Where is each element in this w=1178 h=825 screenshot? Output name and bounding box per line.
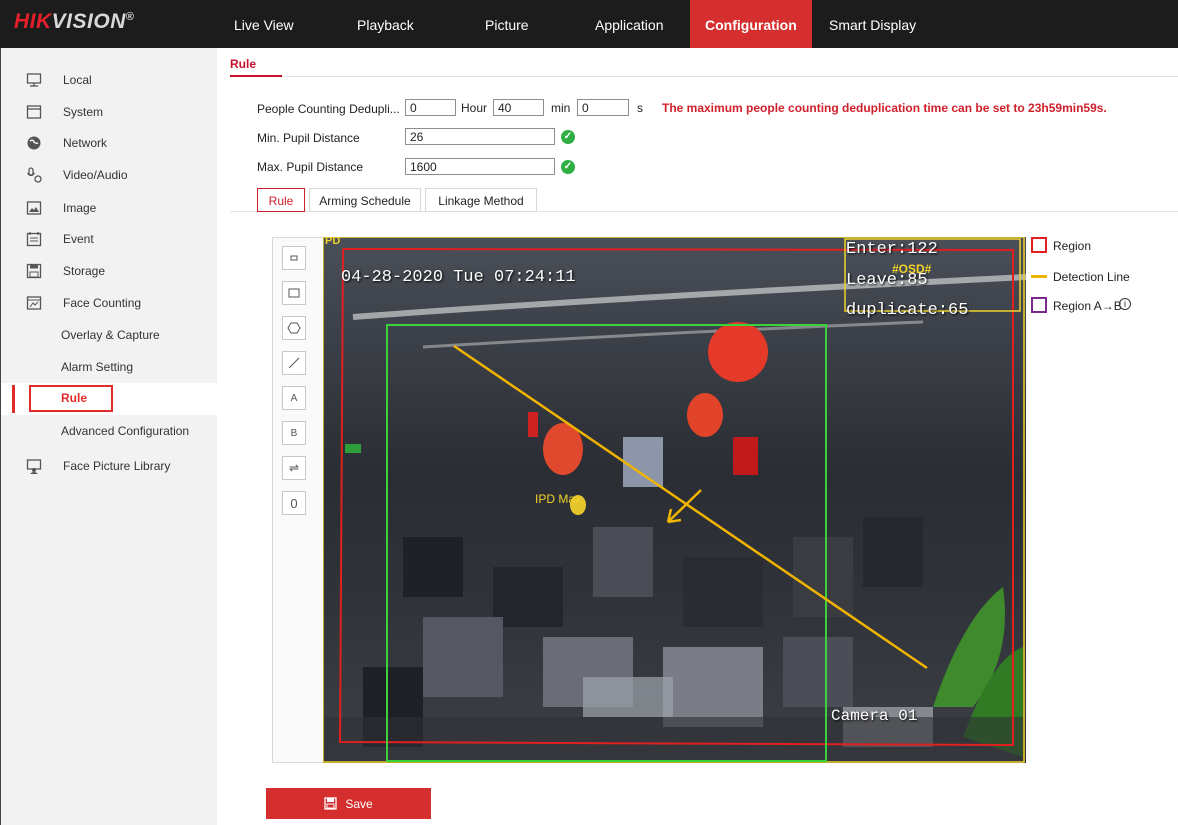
zero-label: 0 [290, 495, 298, 511]
legend-region-ab-label: Region A→B [1053, 299, 1122, 313]
sidebar-sub-alarm-setting[interactable]: Alarm Setting [61, 355, 133, 379]
subtab-linkage-method[interactable]: Linkage Method [425, 188, 537, 212]
region-a-label: A [290, 392, 298, 404]
hikvision-logo: HIKVISION® [14, 10, 134, 34]
small-rect-icon[interactable] [282, 246, 306, 270]
microphone-camera-icon [26, 167, 42, 183]
corner-tag: PD [325, 237, 341, 247]
sidebar-item-storage[interactable]: Storage [1, 256, 217, 286]
min-pupil-input[interactable] [405, 128, 555, 145]
nav-picture[interactable]: Picture [470, 0, 544, 48]
logo-white-part: VISION [51, 10, 126, 33]
image-icon [26, 200, 42, 216]
hour-unit: Hour [461, 101, 488, 115]
max-pupil-input[interactable] [405, 158, 555, 175]
ipd-max-label: IPD Max [535, 492, 582, 506]
tab-divider [230, 76, 1178, 77]
min-pupil-label: Min. Pupil Distance [257, 131, 360, 145]
sidebar-item-label: Video/Audio [63, 168, 128, 182]
dedup-hour-input[interactable] [405, 99, 456, 116]
dedup-max-note: The maximum people counting deduplicatio… [662, 101, 1107, 115]
hexagon-icon[interactable] [282, 316, 306, 340]
sec-unit: s [637, 101, 643, 115]
dedup-min-input[interactable] [493, 99, 544, 116]
nav-live-view[interactable]: Live View [219, 0, 309, 48]
sidebar-item-system[interactable]: System [1, 97, 217, 127]
line-icon[interactable] [282, 351, 306, 375]
save-button-label: Save [345, 796, 373, 811]
osd-timestamp: 04-28-2020 Tue 07:24:11 [341, 268, 576, 287]
subtab-rule[interactable]: Rule [257, 188, 305, 212]
floppy-icon [26, 263, 42, 279]
sidebar-item-face-picture-library[interactable]: Face Picture Library [1, 451, 217, 481]
line-swatch-icon [1031, 275, 1047, 278]
dedup-label: People Counting Dedupli... [257, 102, 400, 116]
registered-mark: ® [125, 11, 135, 23]
sidebar-item-face-counting[interactable]: Face Counting [1, 288, 217, 318]
logo-red-part: HIK [14, 10, 52, 33]
osd-camera-name: Camera 01 [831, 707, 918, 725]
region-ab-swatch-icon [1031, 297, 1047, 313]
sidebar: Local System Network Video/Audio Image E… [0, 48, 217, 825]
nav-smart-display[interactable]: Smart Display [814, 0, 931, 48]
osd-tag: #OSD# [892, 262, 932, 276]
sidebar-item-local[interactable]: Local [1, 65, 217, 95]
nav-playback[interactable]: Playback [342, 0, 429, 48]
sidebar-item-video-audio[interactable]: Video/Audio [1, 160, 217, 190]
sidebar-sub-overlay-capture[interactable]: Overlay & Capture [61, 323, 160, 347]
valid-check-icon: ✓ [561, 160, 575, 174]
sidebar-active-indicator [12, 385, 15, 413]
rule-drawing-panel: A B ⇌ 0 PD 04-28-2020 Tue 07:24:11 Enter… [272, 237, 1026, 763]
tab-rule[interactable]: Rule [230, 57, 256, 71]
legend-detection-line-label: Detection Line [1053, 270, 1130, 284]
region-a-icon[interactable]: A [282, 386, 306, 410]
save-icon [324, 797, 337, 810]
camera-live-video[interactable]: PD 04-28-2020 Tue 07:24:11 Enter:122 Lea… [323, 237, 1026, 763]
swap-direction-icon[interactable]: ⇌ [282, 456, 306, 480]
sidebar-item-label: Image [63, 201, 97, 215]
sidebar-item-label: Face Counting [63, 296, 142, 310]
sidebar-item-event[interactable]: Event [1, 224, 217, 254]
sidebar-item-label: Network [63, 136, 108, 150]
sidebar-item-network[interactable]: Network [1, 128, 217, 158]
region-b-icon[interactable]: B [282, 421, 306, 445]
max-pupil-label: Max. Pupil Distance [257, 160, 364, 174]
face-library-icon [26, 458, 42, 474]
sidebar-item-image[interactable]: Image [1, 193, 217, 223]
dedup-sec-input[interactable] [577, 99, 629, 116]
sidebar-item-label: System [63, 105, 104, 119]
face-counting-icon [26, 295, 42, 311]
sidebar-item-label: Event [63, 232, 94, 246]
osd-duplicate-count: duplicate:65 [846, 301, 969, 320]
main-content: Rule People Counting Dedupli... Hour min… [217, 48, 1178, 825]
sidebar-sub-advanced-configuration[interactable]: Advanced Configuration [61, 419, 189, 443]
nav-configuration[interactable]: Configuration [690, 0, 812, 48]
sidebar-item-label: Storage [63, 264, 106, 278]
region-b-label: B [290, 427, 298, 439]
sidebar-item-label: Local [63, 73, 92, 87]
legend-region-label: Region [1053, 239, 1092, 253]
rect-icon[interactable] [282, 281, 306, 305]
monitor-icon [26, 72, 42, 88]
sidebar-item-label: Face Picture Library [63, 459, 171, 473]
nav-application[interactable]: Application [580, 0, 679, 48]
osd-enter-count: Enter:122 [846, 240, 938, 259]
save-button[interactable]: Save [266, 788, 431, 819]
zero-counter-icon[interactable]: 0 [282, 491, 306, 515]
calendar-icon [26, 231, 42, 247]
sidebar-sub-rule-label: Rule [61, 391, 88, 405]
subtab-arming-schedule[interactable]: Arming Schedule [309, 188, 421, 212]
tab-active-underline [230, 75, 282, 77]
globe-icon [26, 135, 42, 151]
valid-check-icon: ✓ [561, 130, 575, 144]
info-icon[interactable]: i [1119, 298, 1131, 310]
system-icon [26, 104, 42, 120]
region-swatch-icon [1031, 237, 1047, 253]
min-unit: min [551, 101, 571, 115]
top-navigation-bar: HIKVISION® Live View Playback Picture Ap… [0, 0, 1178, 48]
